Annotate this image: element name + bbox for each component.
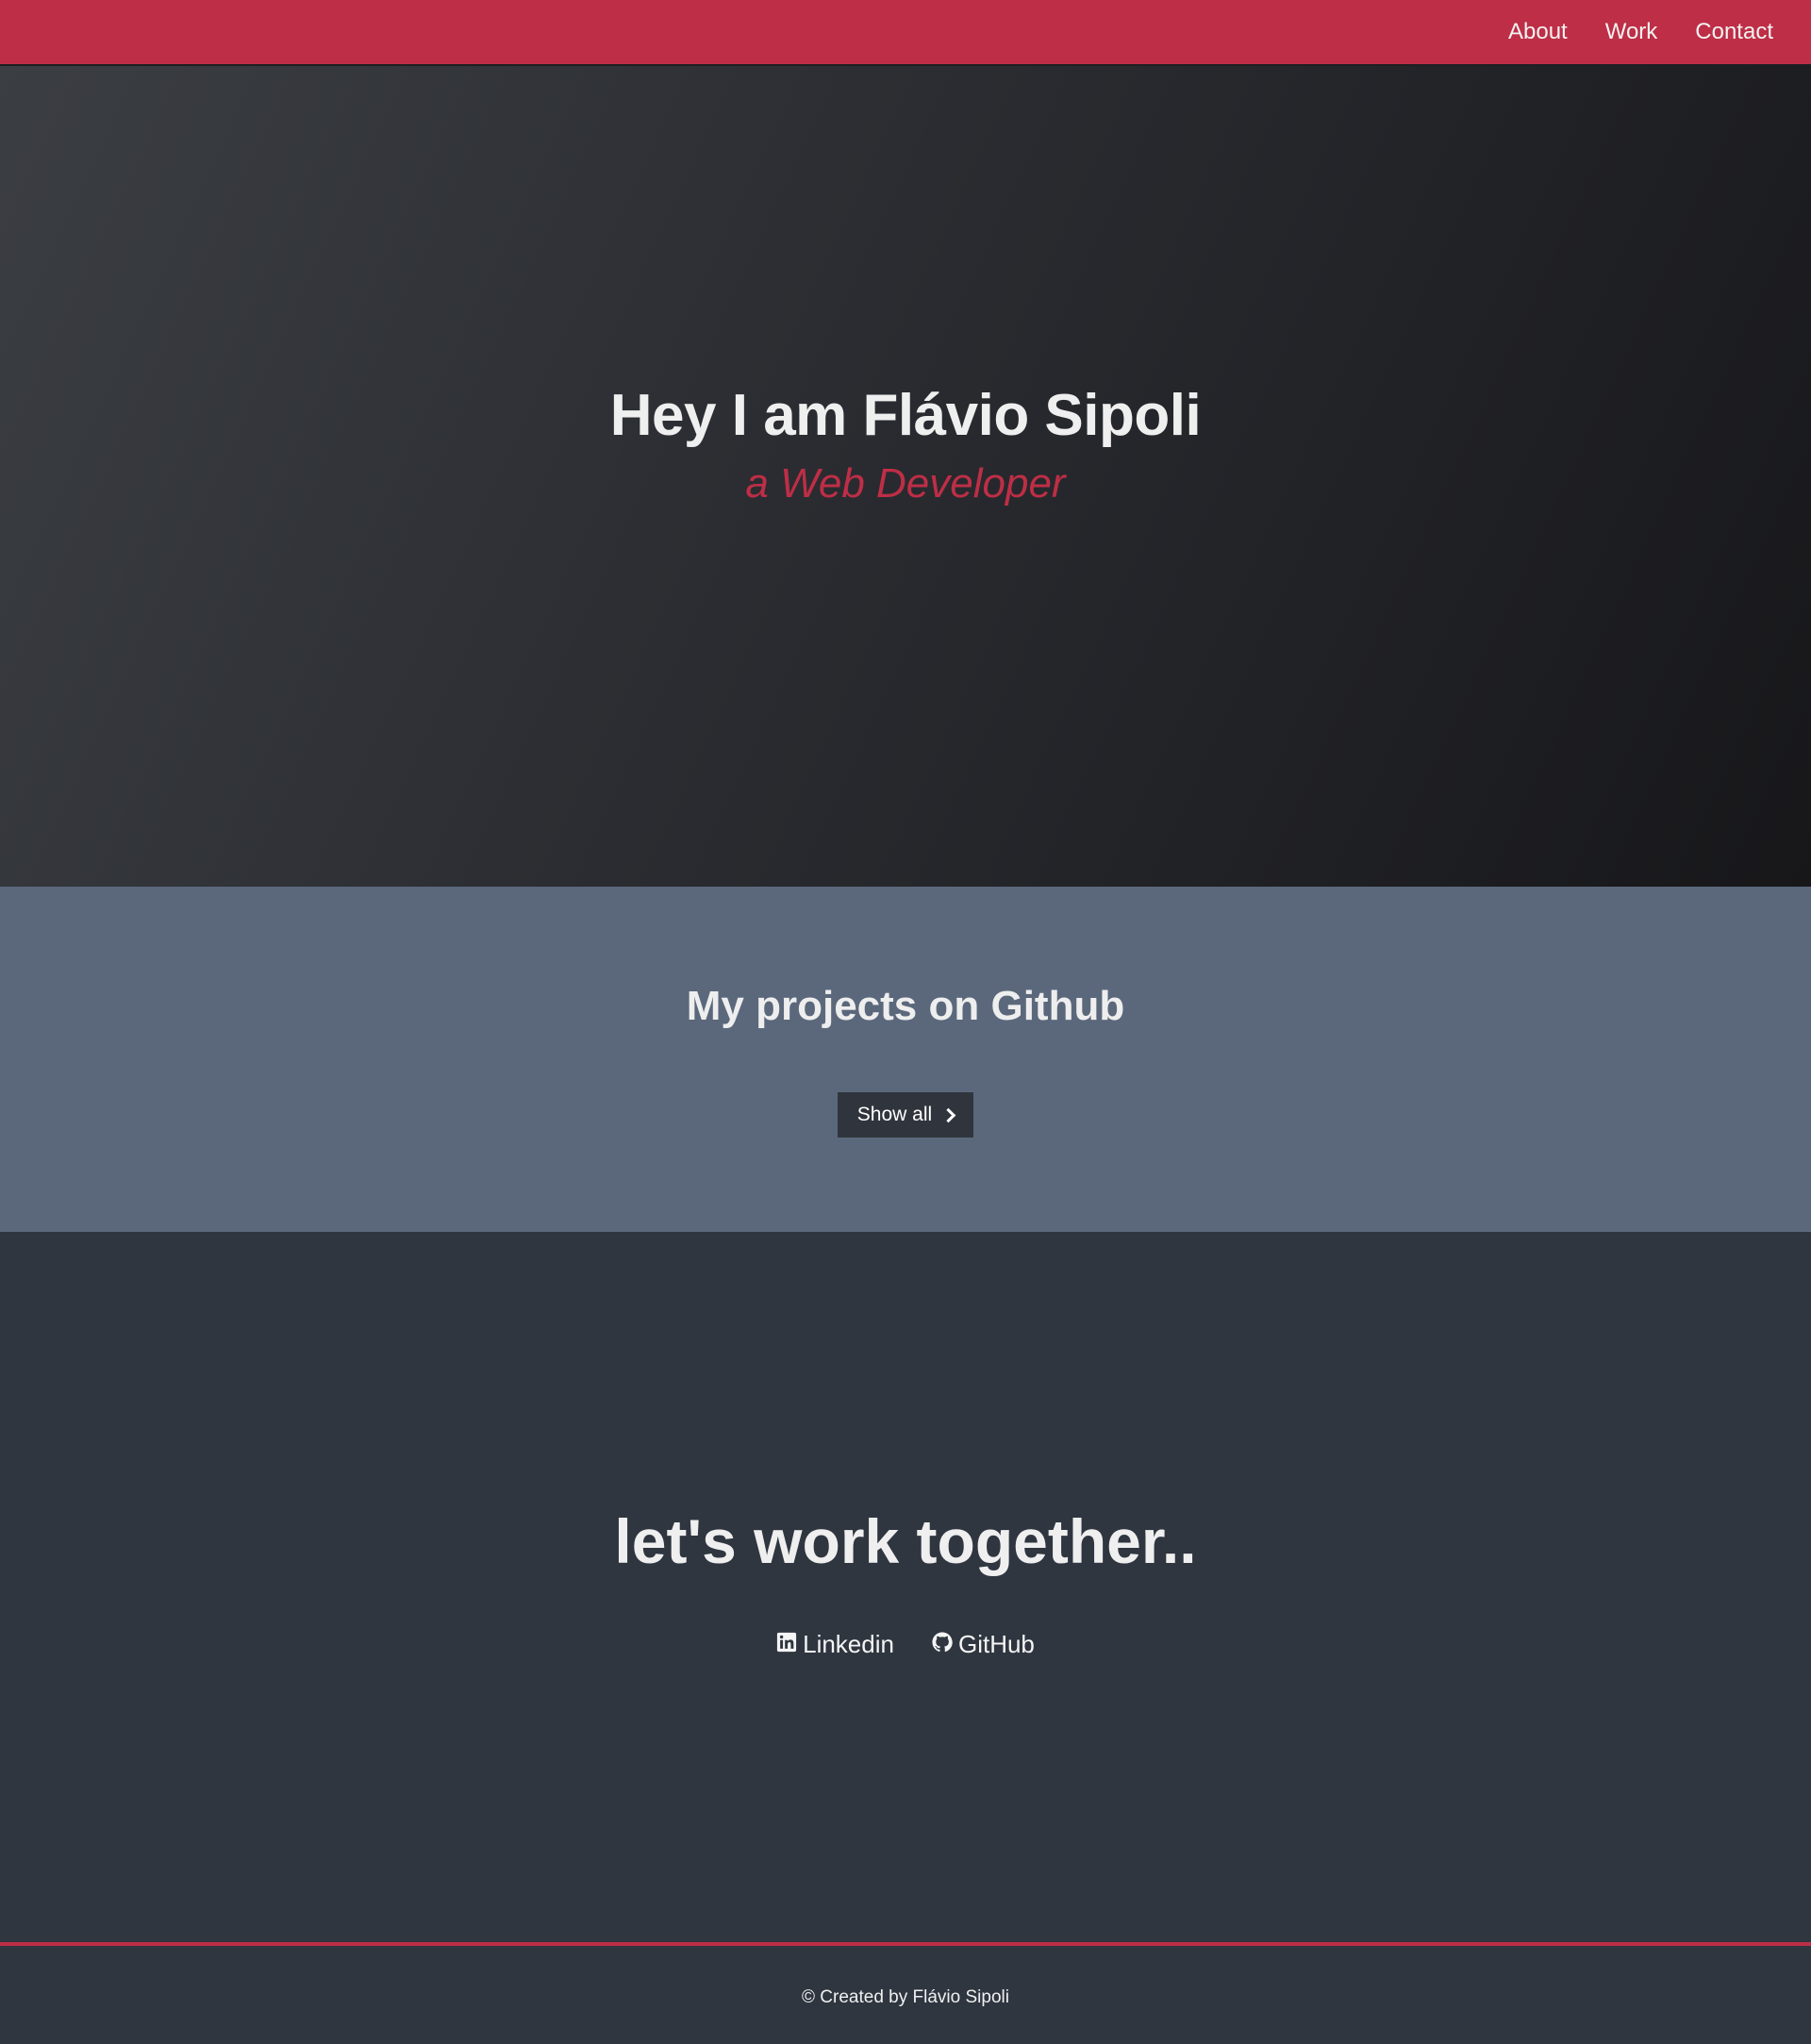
hero-subtitle: a Web Developer: [745, 460, 1066, 507]
navbar: About Work Contact: [0, 0, 1811, 66]
github-link[interactable]: GitHub: [932, 1630, 1035, 1659]
hero-section: Hey I am Flávio Sipoli a Web Developer: [0, 66, 1811, 887]
hero-title: Hey I am Flávio Sipoli: [609, 383, 1202, 448]
footer-text: © Created by Flávio Sipoli: [802, 1987, 1009, 2007]
linkedin-icon: [776, 1630, 797, 1659]
github-label: GitHub: [957, 1630, 1035, 1658]
linkedin-label: Linkedin: [803, 1630, 894, 1658]
show-all-button[interactable]: Show all: [838, 1092, 973, 1138]
nav-link-about[interactable]: About: [1508, 21, 1568, 43]
chevron-right-icon: [940, 1107, 956, 1122]
github-icon: [932, 1630, 953, 1659]
social-links: Linkedin GitHub: [0, 1630, 1811, 1659]
nav-link-work[interactable]: Work: [1605, 21, 1658, 43]
show-all-label: Show all: [856, 1104, 933, 1125]
nav-link-contact[interactable]: Contact: [1695, 21, 1773, 43]
linkedin-link[interactable]: Linkedin: [776, 1630, 894, 1659]
contact-section: let's work together.. Linkedin GitHub: [0, 1232, 1811, 1942]
projects-title: My projects on Github: [686, 983, 1125, 1029]
footer: © Created by Flávio Sipoli: [0, 1942, 1811, 2044]
projects-section: My projects on Github Show all: [0, 887, 1811, 1232]
contact-title: let's work together..: [614, 1506, 1197, 1576]
